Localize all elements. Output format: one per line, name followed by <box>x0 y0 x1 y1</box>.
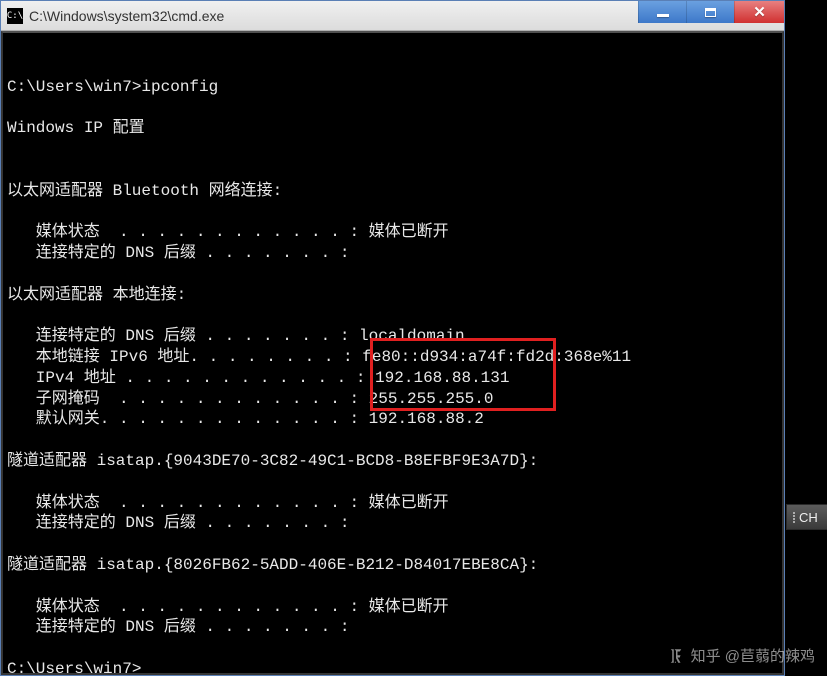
close-icon: ✕ <box>753 3 766 21</box>
app-icon: C:\ <box>7 8 23 24</box>
titlebar[interactable]: C:\ C:\Windows\system32\cmd.exe ✕ <box>1 1 784 31</box>
maximize-button[interactable] <box>686 1 734 23</box>
ime-indicator[interactable]: CH <box>786 504 827 530</box>
close-button[interactable]: ✕ <box>734 1 784 23</box>
watermark: 知乎 @苣蒻的辣鸡 <box>667 645 815 666</box>
zhihu-icon <box>667 647 685 665</box>
minimize-button[interactable] <box>638 1 686 23</box>
maximize-icon <box>705 8 716 17</box>
ime-language-label: CH <box>799 510 818 525</box>
watermark-text: 知乎 @苣蒻的辣鸡 <box>691 645 815 666</box>
terminal-output[interactable]: C:\Users\win7>ipconfig Windows IP 配置 以太网… <box>1 31 784 675</box>
cmd-window: C:\ C:\Windows\system32\cmd.exe ✕ C:\Use… <box>0 0 785 676</box>
terminal-text: C:\Users\win7>ipconfig Windows IP 配置 以太网… <box>7 77 778 675</box>
minimize-icon <box>657 14 669 17</box>
window-controls: ✕ <box>638 1 784 23</box>
ime-grip-icon <box>793 512 795 523</box>
